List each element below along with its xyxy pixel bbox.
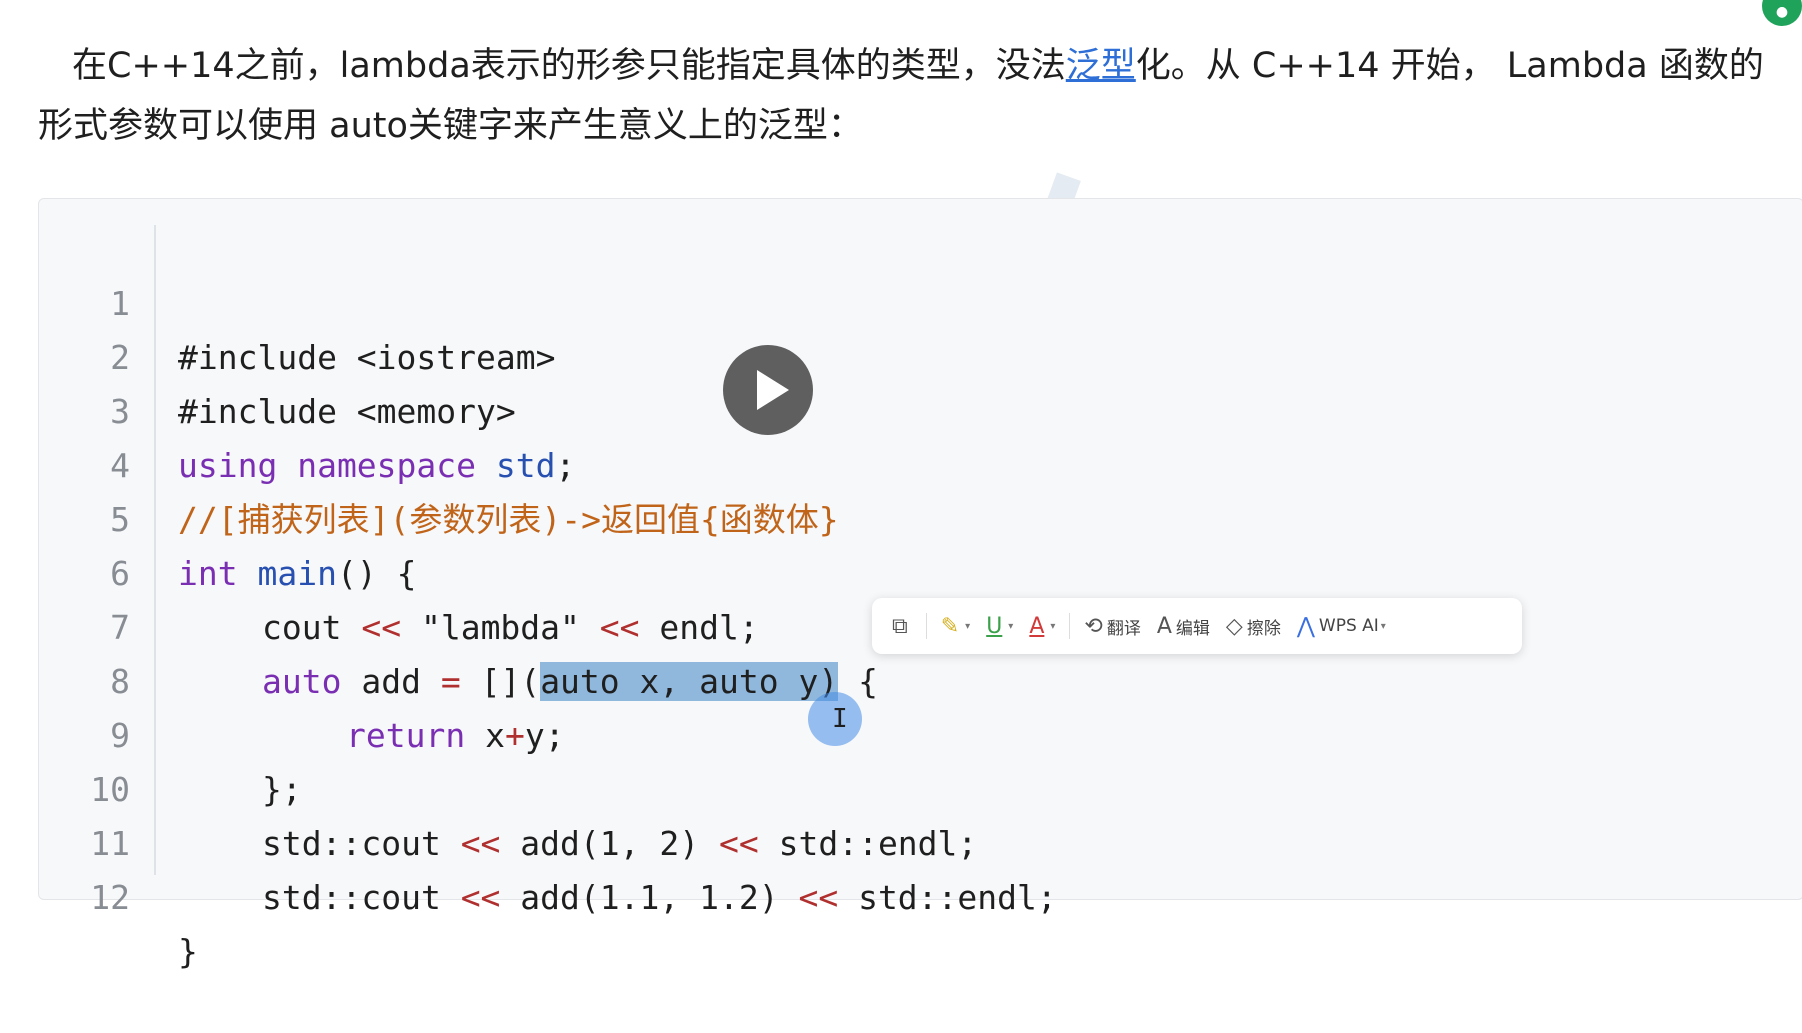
operator: + bbox=[504, 716, 525, 755]
code-text[interactable]: }; bbox=[262, 763, 302, 817]
toolbar-divider bbox=[1069, 613, 1071, 639]
highlight-button[interactable]: ✎ ▾ bbox=[941, 614, 970, 639]
text-cursor-icon: I bbox=[832, 704, 848, 734]
code-line: 9 }; bbox=[0, 655, 302, 809]
code-line: 6 cout << "lambda" << endl; bbox=[0, 493, 759, 647]
keyword: using namespace bbox=[178, 446, 477, 485]
eraser-icon: ◇ bbox=[1225, 613, 1243, 639]
namespace-name: std bbox=[495, 446, 556, 485]
paragraph-text: 在C++14之前，lambda表示的形参只能指定具体的类型，没法 bbox=[72, 46, 1066, 86]
code-text[interactable]: using namespace std; bbox=[178, 439, 575, 493]
wps-ai-label: WPS AI bbox=[1318, 616, 1379, 636]
play-button[interactable] bbox=[723, 345, 813, 435]
code-token: add(1.1, 1.2) bbox=[500, 878, 799, 917]
font-color-button[interactable]: A ▾ bbox=[1029, 614, 1055, 639]
edit-button[interactable]: A 编辑 bbox=[1157, 614, 1210, 639]
code-text[interactable]: #include <iostream> bbox=[178, 331, 556, 385]
code-token: cout bbox=[262, 608, 362, 647]
underline-icon: U bbox=[986, 613, 1003, 639]
keyword: int bbox=[178, 554, 238, 593]
code-text[interactable]: } bbox=[178, 925, 198, 979]
edit-label: 编辑 bbox=[1175, 618, 1210, 639]
operator: << bbox=[460, 824, 501, 863]
code-text[interactable]: int main() { bbox=[178, 547, 416, 601]
function-name: main bbox=[257, 554, 337, 593]
code-token: add(1, 2) bbox=[500, 824, 719, 863]
generic-link[interactable]: 泛型 bbox=[1066, 46, 1136, 86]
code-token: add bbox=[341, 662, 441, 701]
string-literal: "lambda" bbox=[401, 608, 600, 647]
operator: << bbox=[460, 878, 501, 917]
copy-button[interactable]: ⧉ bbox=[892, 614, 912, 639]
keyword: auto bbox=[262, 662, 342, 701]
code-token: []( bbox=[460, 662, 541, 701]
code-comment[interactable]: //[捕获列表](参数列表)->返回值{函数体} bbox=[178, 493, 839, 547]
translate-icon: ⟲ bbox=[1084, 613, 1103, 639]
operator: = bbox=[440, 662, 461, 701]
code-token: std::endl; bbox=[838, 878, 1057, 917]
text-selection[interactable]: auto x, auto y) bbox=[540, 662, 839, 701]
ai-edit-icon: A bbox=[1156, 613, 1172, 639]
line-number: 12 bbox=[90, 878, 130, 917]
code-line: 12 } bbox=[0, 817, 198, 971]
code-line: 8 return x+y; bbox=[0, 601, 564, 755]
app-badge-icon[interactable]: ● bbox=[1762, 0, 1802, 26]
code-line: 4 //[捕获列表](参数列表)->返回值{函数体} bbox=[0, 385, 839, 539]
operator: << bbox=[361, 608, 402, 647]
code-line: 11 std::cout << add(1.1, 1.2) << std::en… bbox=[0, 763, 1057, 917]
chevron-down-icon: ▾ bbox=[965, 620, 971, 632]
highlighter-icon: ✎ bbox=[940, 613, 960, 639]
operator: << bbox=[599, 608, 640, 647]
translate-button[interactable]: ⟲ 翻译 bbox=[1084, 614, 1140, 639]
erase-button[interactable]: ◇ 擦除 bbox=[1226, 614, 1281, 639]
code-line: 7 auto add = [](auto x, auto y) { bbox=[0, 547, 878, 701]
intro-paragraph: 在C++14之前，lambda表示的形参只能指定具体的类型，没法泛型化。从 C+… bbox=[38, 36, 1778, 156]
code-line: 3 using namespace std; bbox=[0, 331, 575, 485]
code-token: endl; bbox=[639, 608, 759, 647]
wps-ai-button[interactable]: ⋀ WPS AI ▾ bbox=[1297, 614, 1386, 639]
font-color-icon: A bbox=[1029, 613, 1045, 639]
chevron-down-icon: ▾ bbox=[1050, 620, 1056, 632]
code-text[interactable]: auto add = [](auto x, auto y) { bbox=[262, 655, 878, 709]
toolbar-divider bbox=[925, 613, 927, 639]
code-text[interactable]: cout << "lambda" << endl; bbox=[262, 601, 759, 655]
copy-icon: ⧉ bbox=[892, 613, 908, 639]
translate-label: 翻译 bbox=[1106, 618, 1141, 639]
keyword: return bbox=[346, 716, 466, 755]
underline-button[interactable]: U ▾ bbox=[986, 614, 1013, 639]
chevron-down-icon: ▾ bbox=[1008, 620, 1014, 632]
code-text[interactable]: std::cout << add(1.1, 1.2) << std::endl; bbox=[262, 871, 1057, 925]
code-text[interactable]: #include <memory> bbox=[178, 385, 516, 439]
wps-ai-icon: ⋀ bbox=[1296, 613, 1315, 639]
code-line: 2 #include <memory> bbox=[0, 277, 516, 431]
code-token: y; bbox=[524, 716, 565, 755]
code-token: std::cout bbox=[262, 824, 461, 863]
code-token: std::cout bbox=[262, 878, 461, 917]
operator: << bbox=[718, 824, 759, 863]
code-text[interactable]: return x+y; bbox=[346, 709, 565, 763]
chevron-down-icon: ▾ bbox=[1380, 620, 1386, 632]
code-line: 1 #include <iostream> bbox=[0, 223, 555, 377]
selection-toolbar: ⧉ ✎ ▾ U ▾ A ▾ ⟲ 翻译 A 编辑 ◇ 擦除 ⋀ WPS AI ▾ bbox=[872, 598, 1522, 654]
erase-label: 擦除 bbox=[1246, 618, 1281, 639]
code-token: std::endl; bbox=[758, 824, 978, 863]
code-punct: () { bbox=[336, 554, 417, 593]
code-line: 5 int main() { bbox=[0, 439, 416, 593]
code-token: x bbox=[465, 716, 505, 755]
code-text[interactable]: std::cout << add(1, 2) << std::endl; bbox=[262, 817, 977, 871]
play-icon bbox=[757, 370, 789, 410]
operator: << bbox=[798, 878, 839, 917]
gutter-divider bbox=[154, 225, 156, 875]
code-punct: ; bbox=[555, 446, 576, 485]
code-line: 10 std::cout << add(1, 2) << std::endl; bbox=[0, 709, 977, 863]
